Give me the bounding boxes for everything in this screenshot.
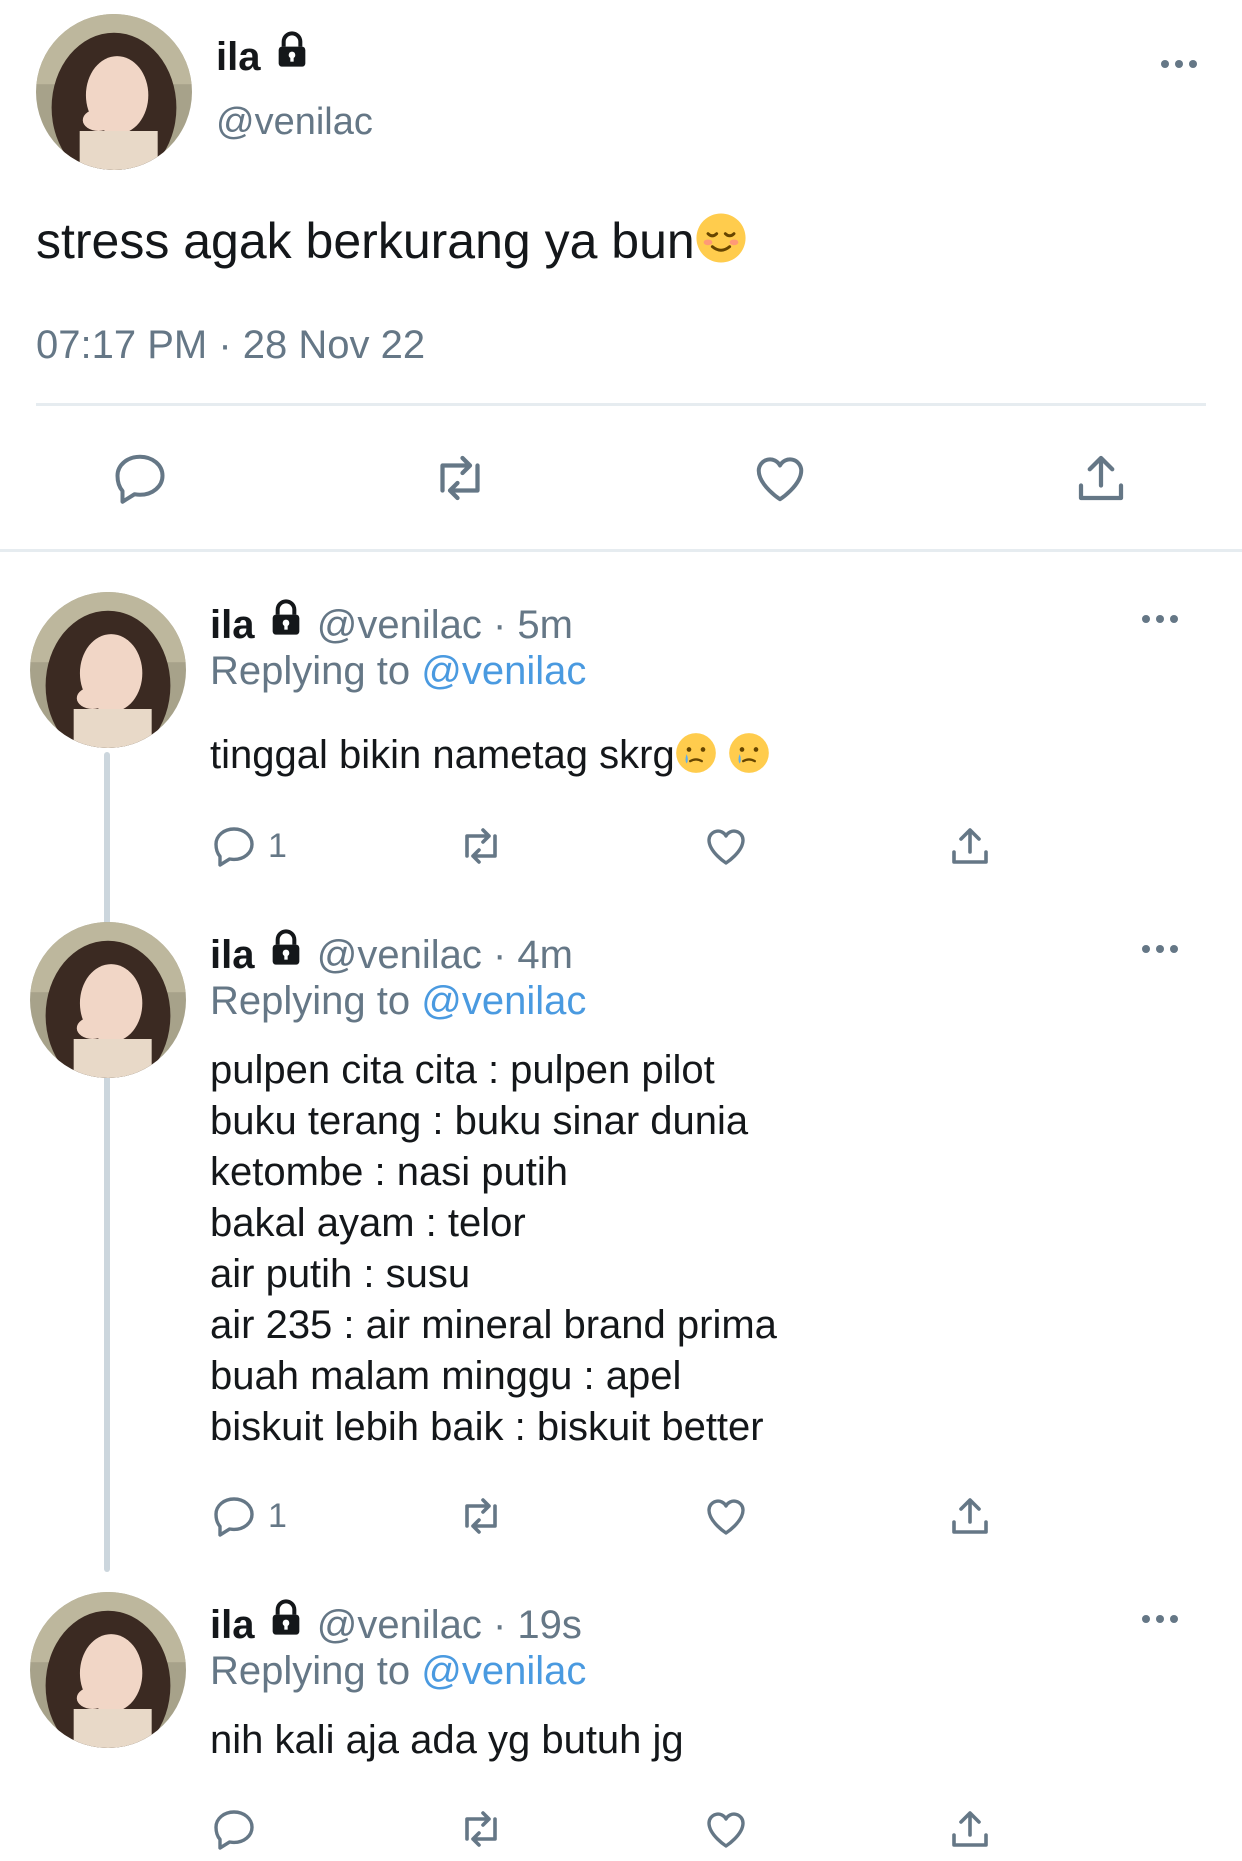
share-icon[interactable]: [1070, 448, 1132, 508]
share-icon[interactable]: [944, 1492, 996, 1540]
more-options-icon[interactable]: [1161, 60, 1197, 68]
lock-icon: [266, 1598, 306, 1650]
more-options-icon[interactable]: [1142, 945, 1178, 953]
like-icon[interactable]: [700, 1805, 752, 1853]
main-divider: [36, 403, 1206, 406]
handle-time[interactable]: @venilac · 5m: [317, 603, 573, 647]
reply-text-line: pulpen cita cita : pulpen pilot: [210, 1048, 715, 1092]
reply-text-line: ketombe : nasi putih: [210, 1150, 568, 1194]
replying-prefix: Replying to: [210, 649, 411, 693]
reply-text: pulpen cita cita : pulpen pilot buku ter…: [210, 1045, 777, 1453]
relieved-face-icon: [695, 212, 747, 278]
reply-text-line: buah malam minggu : apel: [210, 1354, 682, 1398]
reply-text-line: air putih : susu: [210, 1252, 471, 1296]
reply-count: 1: [268, 1496, 287, 1535]
reply-icon[interactable]: [210, 1805, 258, 1853]
reply-avatar[interactable]: [30, 592, 186, 748]
like-icon[interactable]: [700, 1492, 752, 1540]
reply-avatar[interactable]: [30, 922, 186, 1078]
crying-face-icon: [675, 732, 717, 786]
avatar-image: [30, 922, 186, 1078]
reply-text-line: nih kali aja ada yg butuh jg: [210, 1718, 684, 1762]
like-icon[interactable]: [749, 448, 811, 508]
crying-face-icon: [728, 732, 770, 786]
replying-to: Replying to @venilac: [210, 976, 586, 1026]
replying-to: Replying to @venilac: [210, 646, 586, 696]
more-options-icon[interactable]: [1142, 1615, 1178, 1623]
author-name[interactable]: ila: [210, 933, 254, 977]
replying-prefix: Replying to: [210, 1649, 411, 1693]
avatar-image: [30, 1592, 186, 1748]
handle-time[interactable]: @venilac · 19s: [317, 1603, 582, 1647]
reply-header: ila @venilac · 5m: [210, 598, 573, 650]
handle-time[interactable]: @venilac · 4m: [317, 933, 573, 977]
replying-to-link[interactable]: @venilac: [421, 979, 586, 1023]
lock-icon: [272, 30, 312, 82]
section-divider: [0, 549, 1242, 552]
reply-icon[interactable]: [110, 448, 170, 508]
reply-text: tinggal bikin nametag skrg: [210, 730, 770, 786]
main-timestamp[interactable]: 07:17 PM · 28 Nov 22: [36, 320, 425, 370]
reply-header: ila @venilac · 19s: [210, 1598, 582, 1650]
more-options-icon[interactable]: [1142, 615, 1178, 623]
main-author-name[interactable]: ila: [216, 30, 312, 82]
reply-text-line: bakal ayam : telor: [210, 1201, 526, 1245]
retweet-icon[interactable]: [454, 822, 508, 870]
reply-text-line: biskuit lebih baik : biskuit better: [210, 1405, 764, 1449]
tweet-text: stress agak berkurang ya bun: [36, 213, 695, 269]
reply-text-line: air 235 : air mineral brand prima: [210, 1303, 777, 1347]
retweet-icon[interactable]: [454, 1492, 508, 1540]
replying-to: Replying to @venilac: [210, 1646, 586, 1696]
retweet-icon[interactable]: [454, 1805, 508, 1853]
main-avatar[interactable]: [36, 14, 192, 170]
lock-icon: [266, 928, 306, 980]
replying-to-link[interactable]: @venilac: [421, 649, 586, 693]
like-icon[interactable]: [700, 822, 752, 870]
share-icon[interactable]: [944, 822, 996, 870]
reply-text-line: buku terang : buku sinar dunia: [210, 1099, 749, 1143]
avatar-image: [30, 592, 186, 748]
main-handle[interactable]: @venilac: [216, 98, 373, 146]
main-tweet-text: stress agak berkurang ya bun: [36, 210, 747, 278]
reply-header: ila @venilac · 4m: [210, 928, 573, 980]
retweet-icon[interactable]: [428, 448, 492, 508]
author-name[interactable]: ila: [210, 1603, 254, 1647]
lock-icon: [266, 598, 306, 650]
reply-text-line: tinggal bikin nametag skrg: [210, 733, 675, 777]
thread-line: [104, 752, 110, 1572]
reply-text: nih kali aja ada yg butuh jg: [210, 1715, 684, 1765]
author-name-text: ila: [216, 35, 261, 79]
share-icon[interactable]: [944, 1805, 996, 1853]
replying-to-link[interactable]: @venilac: [421, 1649, 586, 1693]
avatar-image: [36, 14, 192, 170]
reply-avatar[interactable]: [30, 1592, 186, 1748]
author-name[interactable]: ila: [210, 603, 254, 647]
reply-icon[interactable]: 1: [210, 1492, 287, 1540]
reply-count: 1: [268, 826, 287, 865]
replying-prefix: Replying to: [210, 979, 411, 1023]
reply-icon[interactable]: 1: [210, 822, 287, 870]
